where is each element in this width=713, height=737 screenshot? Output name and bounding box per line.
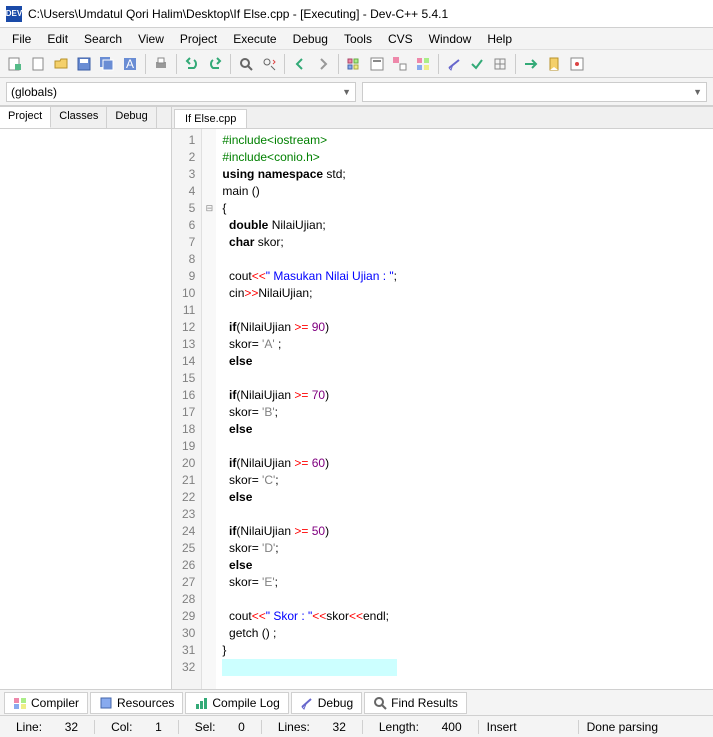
scope-value: (globals) <box>11 85 57 99</box>
svg-text:A: A <box>126 57 134 71</box>
project-tabs: ProjectClassesDebug <box>0 107 171 129</box>
open-icon[interactable] <box>50 53 72 75</box>
goto-icon[interactable] <box>520 53 542 75</box>
run-icon[interactable] <box>366 53 388 75</box>
code-area[interactable]: #include<iostream>#include<conio.h>using… <box>216 129 403 689</box>
menu-edit[interactable]: Edit <box>39 30 76 48</box>
chevron-down-icon: ▼ <box>693 87 702 97</box>
menu-file[interactable]: File <box>4 30 39 48</box>
status-sel: Sel: 0 <box>179 720 262 734</box>
left-tab-classes[interactable]: Classes <box>51 107 107 128</box>
output-tabs: CompilerResourcesCompile LogDebugFind Re… <box>0 689 713 715</box>
options-icon[interactable] <box>566 53 588 75</box>
stop-icon[interactable] <box>466 53 488 75</box>
status-col: Col: 1 <box>95 720 179 734</box>
new-file-icon[interactable] <box>27 53 49 75</box>
line-gutter: 1234567891011121314151617181920212223242… <box>172 129 202 689</box>
project-tree[interactable] <box>0 129 171 689</box>
output-tab-find-results[interactable]: Find Results <box>364 692 467 714</box>
new-project-icon[interactable] <box>4 53 26 75</box>
rebuild-icon[interactable] <box>412 53 434 75</box>
save-icon[interactable] <box>73 53 95 75</box>
menu-help[interactable]: Help <box>479 30 520 48</box>
fold-gutter[interactable]: ⊟ <box>202 129 216 689</box>
debug-icon[interactable] <box>443 53 465 75</box>
status-line: Line: 32 <box>0 720 95 734</box>
status-mode: Insert <box>479 720 579 734</box>
window-title: C:\Users\Umdatul Qori Halim\Desktop\If E… <box>28 7 448 21</box>
status-length: Length: 400 <box>363 720 479 734</box>
print-icon[interactable] <box>150 53 172 75</box>
forward-icon[interactable] <box>312 53 334 75</box>
bookmark-icon[interactable] <box>543 53 565 75</box>
title-bar: DEV C:\Users\Umdatul Qori Halim\Desktop\… <box>0 0 713 28</box>
menu-tools[interactable]: Tools <box>336 30 380 48</box>
output-tab-debug[interactable]: Debug <box>291 692 362 714</box>
left-tab-debug[interactable]: Debug <box>107 107 156 128</box>
menu-project[interactable]: Project <box>172 30 225 48</box>
menu-execute[interactable]: Execute <box>225 30 284 48</box>
menu-debug[interactable]: Debug <box>285 30 336 48</box>
menu-bar: FileEditSearchViewProjectExecuteDebugToo… <box>0 28 713 50</box>
output-tab-resources[interactable]: Resources <box>90 692 183 714</box>
left-tab-project[interactable]: Project <box>0 107 51 128</box>
menu-search[interactable]: Search <box>76 30 130 48</box>
combo-bar: (globals) ▼ ▼ <box>0 78 713 106</box>
code-editor[interactable]: 1234567891011121314151617181920212223242… <box>172 129 713 689</box>
replace-icon[interactable] <box>258 53 280 75</box>
status-lines: Lines: 32 <box>262 720 363 734</box>
redo-icon[interactable] <box>204 53 226 75</box>
output-tab-compile-log[interactable]: Compile Log <box>185 692 288 714</box>
menu-cvs[interactable]: CVS <box>380 30 421 48</box>
compile-icon[interactable] <box>343 53 365 75</box>
main-area: ProjectClassesDebug If Else.cpp 12345678… <box>0 106 713 689</box>
app-icon: DEV <box>6 6 22 22</box>
scope-dropdown[interactable]: (globals) ▼ <box>6 82 356 102</box>
undo-icon[interactable] <box>181 53 203 75</box>
member-dropdown[interactable]: ▼ <box>362 82 707 102</box>
project-panel: ProjectClassesDebug <box>0 107 172 689</box>
editor-panel: If Else.cpp 1234567891011121314151617181… <box>172 107 713 689</box>
doc-tab[interactable]: If Else.cpp <box>174 109 247 128</box>
save-all-icon[interactable] <box>96 53 118 75</box>
document-tabs: If Else.cpp <box>172 107 713 129</box>
menu-window[interactable]: Window <box>421 30 480 48</box>
find-icon[interactable] <box>235 53 257 75</box>
back-icon[interactable] <box>289 53 311 75</box>
save-as-icon[interactable]: A <box>119 53 141 75</box>
status-bar: Line: 32 Col: 1 Sel: 0 Lines: 32 Length:… <box>0 715 713 737</box>
compile-run-icon[interactable] <box>389 53 411 75</box>
status-state: Done parsing <box>579 720 666 734</box>
menu-view[interactable]: View <box>130 30 172 48</box>
toolbar: A <box>0 50 713 78</box>
chevron-down-icon: ▼ <box>342 87 351 97</box>
profile-icon[interactable] <box>489 53 511 75</box>
output-tab-compiler[interactable]: Compiler <box>4 692 88 714</box>
